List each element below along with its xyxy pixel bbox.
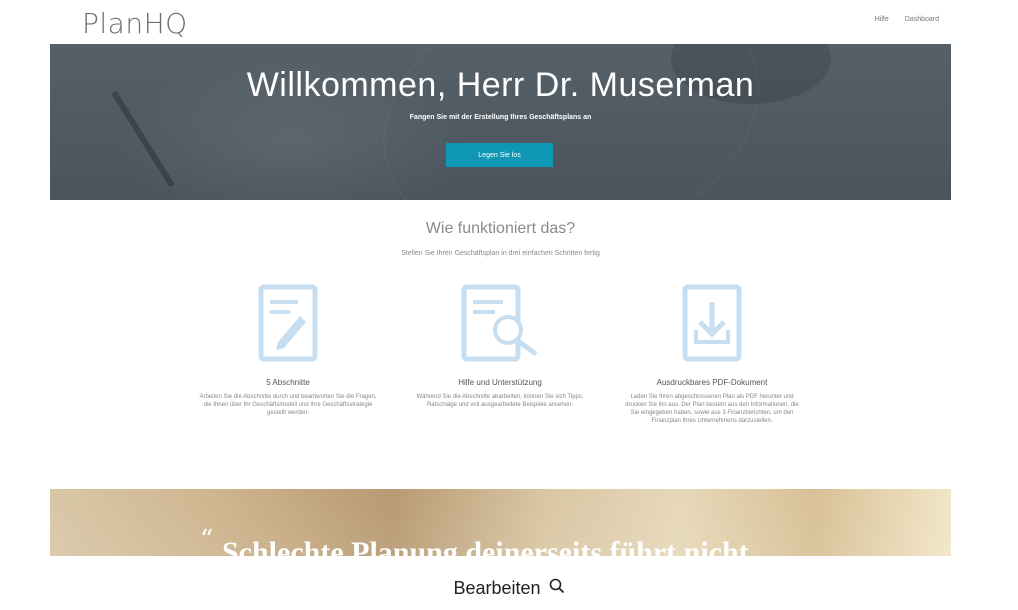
how-it-works-subtitle: Stellen Sie Ihren Geschäftsplan in drei … (401, 250, 600, 257)
quote-banner: “ Schlechte Planung deinerseits führt ni… (50, 489, 951, 556)
edit-label: Bearbeiten (453, 578, 541, 598)
download-document-icon (680, 284, 744, 362)
nav-help-link[interactable]: Hilfe (875, 16, 889, 23)
edit-button[interactable]: Bearbeiten (453, 578, 564, 599)
quote-text: Schlechte Planung deinerseits führt nich… (222, 536, 749, 556)
hero-banner: Willkommen, Herr Dr. Muserman Fangen Sie… (50, 44, 951, 200)
top-nav: Hilfe Dashboard (875, 16, 939, 23)
search-icon (549, 578, 565, 599)
page: PlanHQ Hilfe Dashboard Willkommen, Herr … (50, 0, 951, 556)
feature-description: Arbeiten Sie die Abschnitte durch und be… (199, 394, 377, 416)
document-search-icon (458, 284, 542, 362)
caption: Bearbeiten (0, 578, 1018, 599)
document-edit-icon (256, 284, 320, 362)
feature-title: 5 Abschnitte (266, 378, 310, 387)
feature-title: Hilfe und Unterstützung (458, 378, 542, 387)
how-it-works-title: Wie funktioniert das? (425, 220, 576, 237)
feature-description: Laden Sie Ihren abgeschlossenen Plan als… (625, 394, 799, 424)
logo[interactable]: PlanHQ (82, 7, 188, 40)
feature-pdf: Ausdruckbares PDF-Dokument Laden Sie Ihr… (617, 284, 807, 425)
feature-description: Während Sie die Abschnitte abarbeiten, k… (416, 394, 584, 408)
quote-mark: “ (200, 525, 214, 555)
get-started-button[interactable]: Legen Sie los (446, 143, 553, 167)
hero-title: Willkommen, Herr Dr. Muserman (246, 66, 755, 104)
nav-dashboard-link[interactable]: Dashboard (905, 16, 939, 23)
hero-subtitle: Fangen Sie mit der Erstellung Ihres Gesc… (409, 114, 592, 121)
top-bar: PlanHQ Hilfe Dashboard (50, 0, 951, 44)
feature-title: Ausdruckbares PDF-Dokument (656, 378, 768, 387)
feature-help: Hilfe und Unterstützung Während Sie die … (405, 284, 595, 409)
feature-sections: 5 Abschnitte Arbeiten Sie die Abschnitte… (193, 284, 383, 417)
